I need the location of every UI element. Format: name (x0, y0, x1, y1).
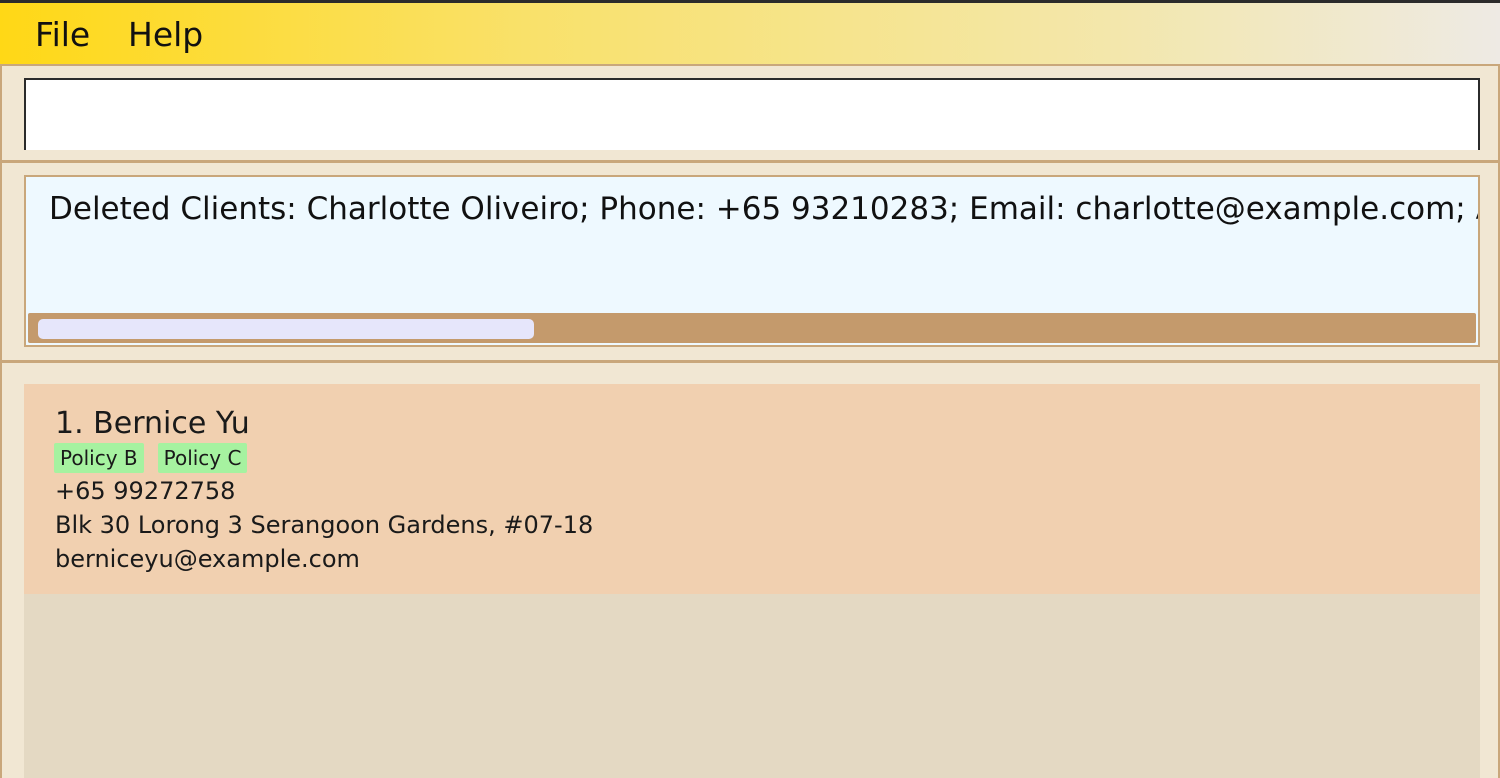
command-input[interactable] (24, 78, 1480, 150)
menu-file[interactable]: File (35, 15, 90, 54)
horizontal-scrollbar[interactable] (28, 313, 1476, 343)
command-box-pane (0, 66, 1500, 162)
client-list: 1. Bernice Yu Policy B Policy C +65 9927… (24, 384, 1480, 778)
policy-tag: Policy B (54, 443, 144, 473)
app-window: File Help Deleted Clients: Charlotte Oli… (0, 0, 1500, 778)
client-address: Blk 30 Lorong 3 Serangoon Gardens, #07-1… (55, 511, 594, 539)
tag-list: Policy B Policy C (54, 443, 248, 473)
result-message: Deleted Clients: Charlotte Oliveiro; Pho… (49, 191, 1480, 227)
menu-help[interactable]: Help (128, 15, 203, 54)
client-list-pane: 1. Bernice Yu Policy B Policy C +65 9927… (0, 363, 1500, 778)
client-name: 1. Bernice Yu (55, 406, 250, 441)
policy-tag: Policy C (157, 443, 248, 473)
result-display-pane: Deleted Clients: Charlotte Oliveiro; Pho… (0, 163, 1500, 360)
client-email: berniceyu@example.com (55, 545, 360, 573)
client-phone: +65 99272758 (55, 477, 236, 505)
menu-bar: File Help (0, 0, 1500, 66)
client-card[interactable]: 1. Bernice Yu Policy B Policy C +65 9927… (24, 384, 1480, 594)
scrollbar-thumb[interactable] (38, 319, 534, 339)
result-display: Deleted Clients: Charlotte Oliveiro; Pho… (24, 175, 1480, 347)
